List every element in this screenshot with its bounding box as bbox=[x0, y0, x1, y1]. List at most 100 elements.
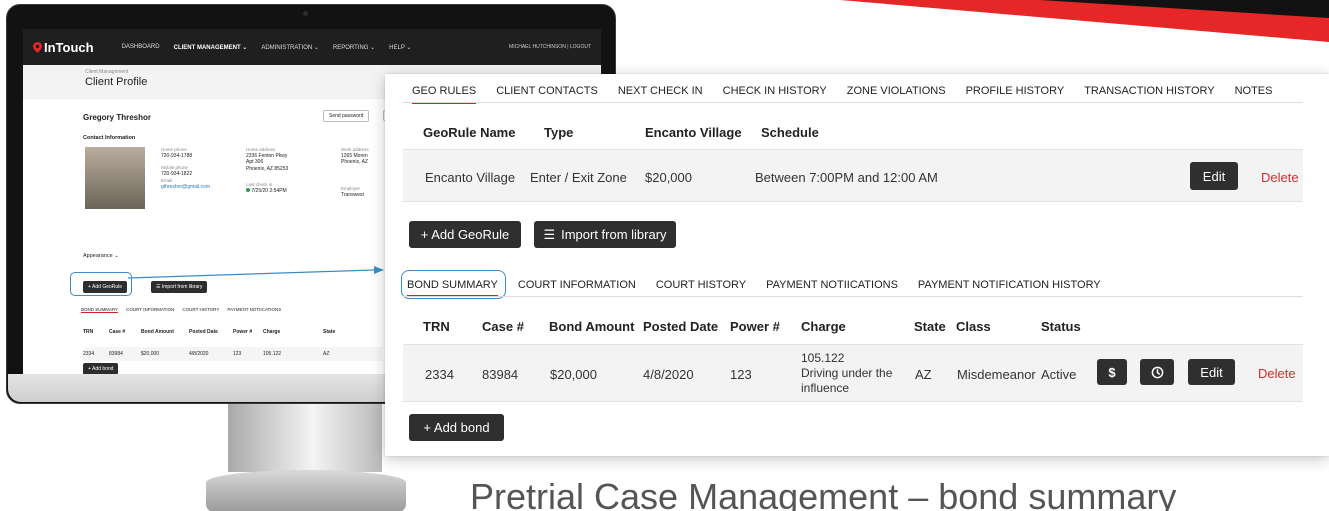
small-power: 123 bbox=[233, 351, 242, 357]
small-col-case: Case # bbox=[109, 329, 126, 335]
employer: Transwest bbox=[341, 191, 364, 198]
georule-name: Encanto Village bbox=[425, 170, 516, 185]
small-tab-court-history[interactable]: COURT HISTORY bbox=[182, 307, 219, 313]
small-trn: 2334 bbox=[83, 351, 95, 357]
home-address-line3: Phoenix, AZ 85253 bbox=[246, 165, 289, 172]
nav-help[interactable]: HELP ⌄ bbox=[389, 44, 411, 51]
charge-line2: influence bbox=[801, 381, 850, 395]
tab-court-information[interactable]: COURT INFORMATION bbox=[518, 279, 636, 297]
work-address-label: Work address bbox=[341, 147, 369, 152]
charge-code: 105.122 bbox=[801, 351, 845, 365]
bond-edit-button[interactable]: Edit bbox=[1188, 359, 1235, 385]
top-nav: InTouch DASHBOARD CLIENT MANAGEMENT ⌄ AD… bbox=[23, 29, 601, 65]
appearance-label: Appearance bbox=[83, 253, 113, 259]
phones: Home phone 720-934-1788 Mobile phone 720… bbox=[161, 147, 210, 190]
charge-line1: Driving under the bbox=[801, 366, 893, 380]
appearance-toggle[interactable]: Appearance ⌄ bbox=[83, 253, 119, 259]
client-name: Gregory Threshor bbox=[83, 113, 152, 122]
georule-row[interactable]: Encanto Village Enter / Exit Zone $20,00… bbox=[403, 149, 1303, 202]
small-col-state: State bbox=[323, 329, 336, 335]
georule-schedule: Between 7:00PM and 12:00 AM bbox=[755, 170, 938, 185]
georule-edit-button[interactable]: Edit bbox=[1190, 162, 1238, 190]
history-clock-button[interactable] bbox=[1140, 359, 1174, 385]
send-password-button[interactable]: Send password bbox=[323, 110, 370, 122]
col-class: Class bbox=[956, 319, 991, 334]
col-status: Status bbox=[1041, 319, 1081, 334]
col-schedule: Schedule bbox=[761, 125, 819, 140]
bond-delete-button[interactable]: Delete bbox=[1258, 366, 1296, 381]
col-trn: TRN bbox=[423, 319, 450, 334]
nav-reporting[interactable]: REPORTING ⌄ bbox=[333, 44, 375, 51]
bond-trn: 2334 bbox=[425, 367, 454, 382]
nav-administration-label: ADMINISTRATION bbox=[261, 44, 313, 51]
brand-logo[interactable]: InTouch bbox=[33, 40, 94, 55]
bond-amount: $20,000 bbox=[550, 367, 597, 382]
tab-court-history[interactable]: COURT HISTORY bbox=[656, 279, 746, 297]
small-tab-court-info[interactable]: COURT INFORMATION bbox=[126, 307, 174, 313]
small-col-amount: Bond Amount bbox=[141, 329, 174, 335]
home-phone: 720-934-1788 bbox=[161, 152, 193, 159]
col-charge: Charge bbox=[801, 319, 846, 334]
small-case: 83984 bbox=[109, 351, 123, 357]
col-state: State bbox=[914, 319, 946, 334]
status-dot-icon bbox=[246, 188, 250, 193]
location-pin-icon bbox=[33, 41, 42, 53]
tab-payment-notification-history[interactable]: PAYMENT NOTIFICATION HISTORY bbox=[918, 279, 1101, 297]
list-icon: ☰ bbox=[543, 226, 556, 242]
imac-stand-base bbox=[206, 470, 406, 511]
georule-delete-button[interactable]: Delete bbox=[1261, 170, 1299, 185]
nav-client-management-label: CLIENT MANAGEMENT bbox=[173, 44, 241, 51]
bond-power: 123 bbox=[730, 367, 752, 382]
small-import-label: Import from library bbox=[161, 284, 203, 290]
import-library-button[interactable]: ☰ Import from library bbox=[534, 221, 676, 248]
nav-dashboard[interactable]: DASHBOARD bbox=[122, 44, 160, 50]
bond-charge: 105.122 Driving under the influence bbox=[801, 351, 892, 396]
small-charge: 105.122 bbox=[263, 351, 282, 357]
small-col-posted: Posted Date bbox=[189, 329, 218, 335]
small-bond-header: TRN Case # Bond Amount Posted Date Power… bbox=[83, 329, 343, 335]
clock-icon bbox=[1151, 366, 1163, 378]
chevron-down-icon: ⌄ bbox=[406, 44, 412, 51]
client-photo bbox=[85, 147, 145, 209]
small-add-bond-label: Add bond bbox=[92, 366, 114, 372]
col-encanto-village: Encanto Village bbox=[645, 125, 742, 140]
last-checkin-value: 7/25/20 2:54PM bbox=[251, 188, 287, 195]
col-case: Case # bbox=[482, 319, 524, 334]
tabs-divider bbox=[403, 102, 1303, 103]
user-menu[interactable]: MICHAEL HUTCHINSON | LOGOUT bbox=[509, 44, 591, 50]
nav-client-management[interactable]: CLIENT MANAGEMENT ⌄ bbox=[174, 44, 248, 51]
nav-administration[interactable]: ADMINISTRATION ⌄ bbox=[261, 44, 319, 51]
bond-status: Active bbox=[1041, 367, 1077, 382]
last-checkin: 7/25/20 2:54PM bbox=[246, 188, 288, 195]
small-import-button[interactable]: ☰ Import from library bbox=[151, 281, 208, 293]
payment-dollar-button[interactable]: $ bbox=[1097, 359, 1127, 385]
add-bond-button[interactable]: + Add bond bbox=[409, 414, 504, 441]
camera bbox=[303, 11, 308, 16]
bond-case: 83984 bbox=[482, 367, 519, 382]
small-tab-payment-notifications[interactable]: PAYMENT NOTIICATIONS bbox=[227, 307, 281, 313]
email-link[interactable]: gthreshor@gmail.com bbox=[161, 184, 210, 191]
small-col-power: Power # bbox=[233, 329, 253, 335]
col-posted-date: Posted Date bbox=[643, 319, 719, 334]
nav-help-label: HELP bbox=[389, 44, 405, 51]
small-posted: 4/8/2020 bbox=[189, 351, 209, 357]
col-power: Power # bbox=[730, 319, 780, 334]
small-col-trn: TRN bbox=[83, 329, 94, 335]
add-georule-button[interactable]: + Add GeoRule bbox=[409, 221, 521, 248]
small-amount: $20,000 bbox=[141, 351, 160, 357]
bond-class: Misdemeanor bbox=[957, 367, 1036, 382]
col-type: Type bbox=[544, 125, 574, 140]
bond-row[interactable]: 2334 83984 $20,000 4/8/2020 123 105.122 … bbox=[403, 344, 1303, 402]
chevron-down-icon: ⌄ bbox=[370, 44, 376, 51]
small-bond-row[interactable]: 2334 83984 $20,000 4/8/2020 123 105.122 … bbox=[83, 347, 383, 361]
work-address: Work address 1265 Moren Phoenix, AZ Empl… bbox=[341, 147, 369, 198]
tab-bond-summary[interactable]: BOND SUMMARY bbox=[407, 279, 498, 297]
chevron-down-icon: ⌄ bbox=[242, 44, 248, 51]
small-bond-tabs: BOND SUMMARY COURT INFORMATION COURT HIS… bbox=[81, 307, 281, 313]
bond-state: AZ bbox=[915, 367, 932, 382]
small-tab-bond-summary[interactable]: BOND SUMMARY bbox=[81, 307, 119, 313]
tab-payment-notifications[interactable]: PAYMENT NOTIICATIONS bbox=[766, 279, 898, 297]
chevron-down-icon: ⌄ bbox=[313, 44, 319, 51]
bond-tabs: BOND SUMMARY COURT INFORMATION COURT HIS… bbox=[407, 279, 1101, 297]
page-caption: Pretrial Case Management – bond summary bbox=[470, 476, 1177, 511]
